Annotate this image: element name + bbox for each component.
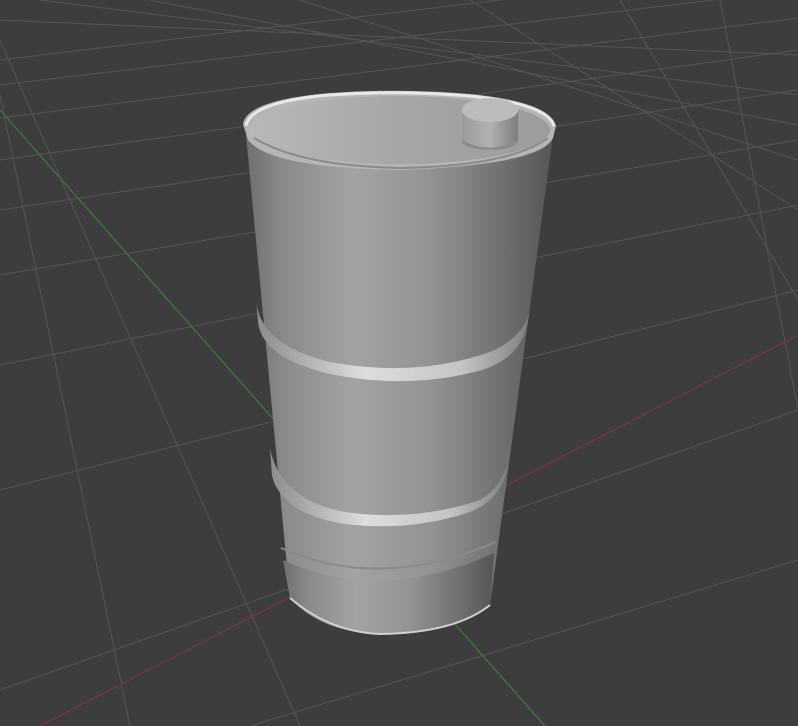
drum-bung-cap [462, 98, 518, 150]
oil-drum[interactable] [243, 90, 556, 636]
3d-viewport[interactable] [0, 0, 798, 726]
viewport-canvas[interactable] [0, 0, 798, 726]
